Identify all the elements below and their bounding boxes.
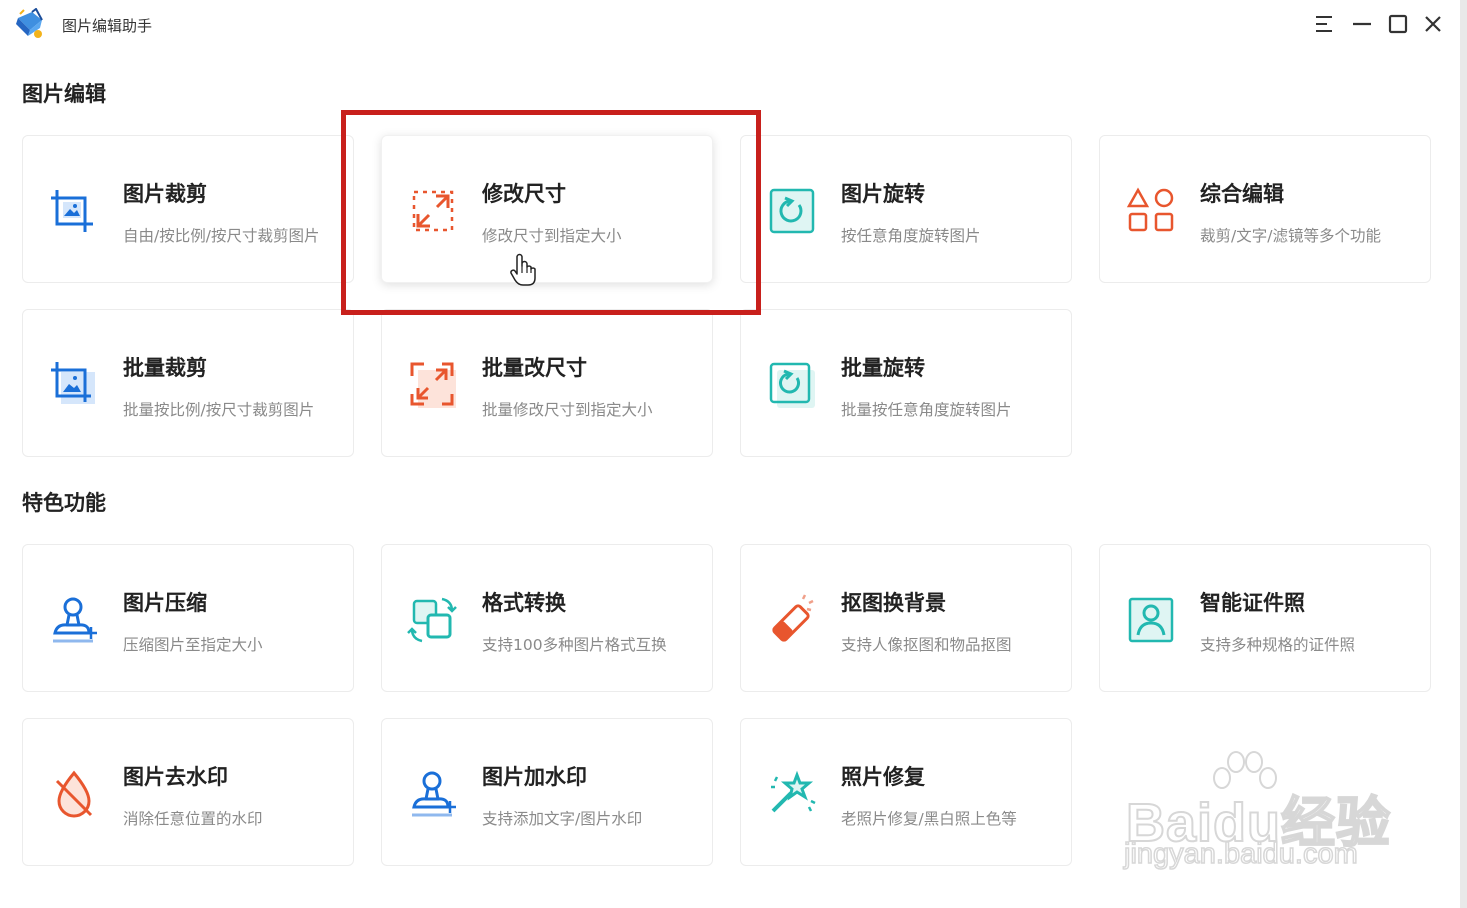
card-desc: 修改尺寸到指定大小 (482, 227, 622, 245)
card-desc: 批量修改尺寸到指定大小 (482, 401, 653, 419)
card-crop[interactable]: 图片裁剪 自由/按比例/按尺寸裁剪图片 (22, 135, 354, 283)
card-title: 格式转换 (482, 591, 566, 615)
card-smart-id-photo[interactable]: 智能证件照 支持多种规格的证件照 (1099, 544, 1431, 692)
card-title: 图片加水印 (482, 765, 587, 789)
card-title: 图片压缩 (123, 591, 207, 615)
title-bar: 图片编辑助手 (0, 0, 1467, 52)
card-desc: 按任意角度旋转图片 (841, 227, 981, 245)
card-title: 照片修复 (841, 765, 925, 789)
watermark-sub-text: jingyan.baidu.com (1123, 837, 1358, 871)
crop-icon (47, 184, 101, 238)
card-cutout-background[interactable]: 抠图换背景 支持人像抠图和物品抠图 (740, 544, 1072, 692)
card-comprehensive-edit[interactable]: 综合编辑 裁剪/文字/滤镜等多个功能 (1099, 135, 1431, 283)
paint-bucket-logo-icon (12, 7, 48, 42)
card-batch-crop[interactable]: 批量裁剪 批量按比例/按尺寸裁剪图片 (22, 309, 354, 457)
batch-resize-icon (406, 358, 460, 412)
card-batch-rotate[interactable]: 批量旋转 批量按任意角度旋转图片 (740, 309, 1072, 457)
card-title: 批量旋转 (841, 356, 925, 380)
card-title: 批量裁剪 (123, 356, 207, 380)
card-title: 图片去水印 (123, 765, 228, 789)
card-desc: 老照片修复/黑白照上色等 (841, 810, 1017, 828)
card-remove-watermark[interactable]: 图片去水印 消除任意位置的水印 (22, 718, 354, 866)
app-title: 图片编辑助手 (62, 17, 153, 35)
card-title: 智能证件照 (1200, 591, 1305, 615)
card-resize[interactable]: 修改尺寸 修改尺寸到指定大小 (381, 135, 713, 283)
card-photo-restore[interactable]: 照片修复 老照片修复/黑白照上色等 (740, 718, 1072, 866)
card-batch-resize[interactable]: 批量改尺寸 批量修改尺寸到指定大小 (381, 309, 713, 457)
paw-logo-icon (1208, 750, 1278, 798)
magic-wand-icon (765, 767, 819, 821)
menu-icon[interactable] (1312, 12, 1336, 36)
batch-rotate-icon (765, 358, 819, 412)
remove-watermark-icon (47, 767, 101, 821)
rotate-icon (765, 184, 819, 238)
compress-icon (47, 593, 101, 647)
card-desc: 消除任意位置的水印 (123, 810, 263, 828)
card-rotate[interactable]: 图片旋转 按任意角度旋转图片 (740, 135, 1072, 283)
card-title: 图片旋转 (841, 182, 925, 206)
card-format-convert[interactable]: 格式转换 支持100多种图片格式互换 (381, 544, 713, 692)
card-desc: 支持人像抠图和物品抠图 (841, 636, 1012, 654)
card-add-watermark[interactable]: 图片加水印 支持添加文字/图片水印 (381, 718, 713, 866)
section-title-special-features: 特色功能 (22, 491, 106, 515)
minimize-icon[interactable] (1350, 12, 1374, 36)
card-desc: 批量按任意角度旋转图片 (841, 401, 1012, 419)
card-desc: 批量按比例/按尺寸裁剪图片 (123, 401, 315, 419)
card-title: 图片裁剪 (123, 182, 207, 206)
batch-crop-icon (47, 358, 101, 412)
card-desc: 支持添加文字/图片水印 (482, 810, 643, 828)
card-title: 修改尺寸 (482, 182, 566, 206)
card-title: 综合编辑 (1200, 182, 1284, 206)
card-compress[interactable]: 图片压缩 压缩图片至指定大小 (22, 544, 354, 692)
convert-icon (406, 593, 460, 647)
card-title: 批量改尺寸 (482, 356, 587, 380)
card-title: 抠图换背景 (841, 591, 946, 615)
maximize-icon[interactable] (1386, 12, 1410, 36)
add-watermark-icon (406, 767, 460, 821)
resize-icon (406, 184, 460, 238)
shapes-icon (1124, 184, 1178, 238)
card-desc: 自由/按比例/按尺寸裁剪图片 (123, 227, 320, 245)
card-desc: 支持100多种图片格式互换 (482, 636, 667, 654)
eraser-icon (765, 593, 819, 647)
card-desc: 裁剪/文字/滤镜等多个功能 (1200, 227, 1381, 245)
card-desc: 压缩图片至指定大小 (123, 636, 263, 654)
card-desc: 支持多种规格的证件照 (1200, 636, 1356, 654)
close-icon[interactable] (1421, 12, 1445, 36)
baidu-jingyan-watermark: Baidu经验 jingyan.baidu.com (1120, 750, 1400, 890)
watermark-main-text: Baidu经验 (1125, 792, 1392, 854)
section-title-image-edit: 图片编辑 (22, 82, 106, 106)
id-photo-icon (1124, 593, 1178, 647)
window-edge (1460, 0, 1467, 908)
